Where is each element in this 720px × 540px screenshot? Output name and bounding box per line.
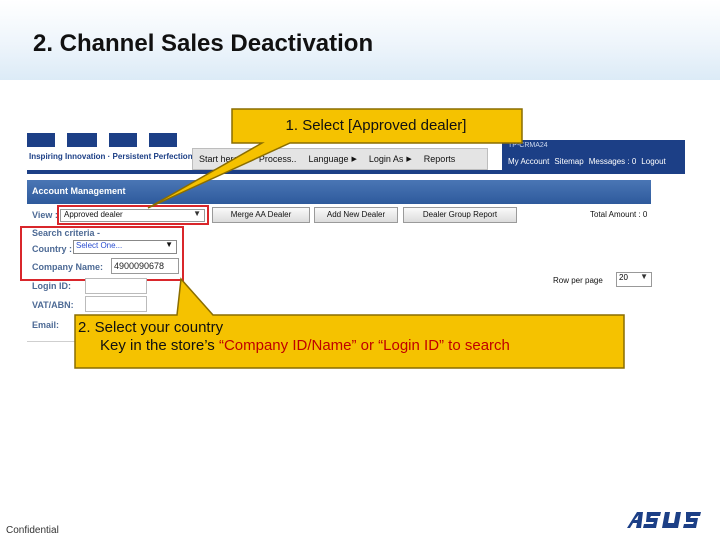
asus-logo xyxy=(627,512,701,528)
callout-shapes xyxy=(74,108,625,369)
callout-step-2: 2. Select your country Key in the store’… xyxy=(78,319,623,355)
callout-step-1: 1. Select [Approved dealer] xyxy=(285,117,467,134)
search-fields-hint: “Company ID/Name” or “Login ID” to searc… xyxy=(218,337,510,354)
confidential-label: Confidential xyxy=(6,525,59,536)
callout-step-2-line1: 2. Select your country xyxy=(78,319,224,336)
callout-step-2-line2: Key in the store’s “Company ID/Name” or … xyxy=(100,337,510,354)
